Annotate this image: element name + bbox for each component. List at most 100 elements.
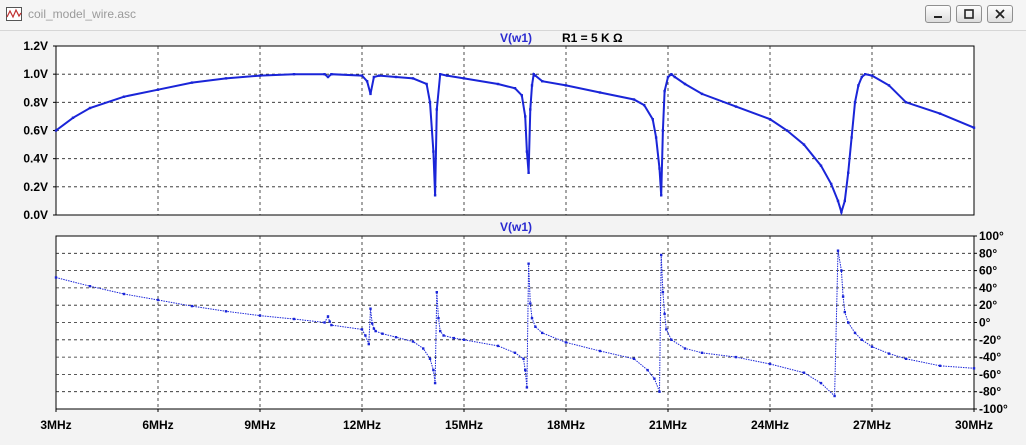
phase-y-tick-labels: -100° -80° -60° -40° -20° 0° 20° 40° 60° 80° 100° — [974, 229, 1008, 416]
data-point — [330, 73, 333, 76]
data-point — [870, 74, 874, 77]
data-point — [88, 106, 92, 110]
y-tick-label: -20° — [979, 333, 1001, 347]
data-point — [71, 116, 75, 119]
data-point — [658, 390, 661, 393]
data-point — [734, 105, 738, 108]
minimize-button[interactable] — [925, 5, 951, 23]
data-point — [802, 143, 806, 146]
data-point — [785, 129, 789, 132]
data-point — [527, 262, 530, 265]
data-point — [54, 129, 58, 132]
data-point — [394, 75, 398, 79]
ltspice-waveform-icon — [6, 7, 22, 21]
data-point — [462, 77, 466, 80]
data-point — [367, 342, 370, 346]
data-point — [432, 150, 435, 153]
magnitude-trace-title[interactable]: V(w1) — [500, 31, 532, 45]
x-tick-labels: 3MHz 6MHz 9MHz 12MHz 15MHz 18MHz 21MHz 24MHz 27M… — [40, 409, 993, 432]
window-title: coil_model_wire.asc — [28, 7, 137, 21]
data-point — [394, 336, 398, 339]
data-point — [292, 73, 296, 76]
data-point — [326, 75, 330, 79]
y-tick-label: 0.4V — [23, 152, 48, 166]
y-tick-label: 0.8V — [23, 95, 48, 109]
data-point — [326, 315, 330, 318]
data-point — [411, 340, 415, 343]
data-point — [365, 80, 369, 83]
data-point — [938, 364, 942, 367]
data-point — [330, 323, 333, 327]
y-tick-label: 100° — [979, 229, 1004, 243]
close-button[interactable] — [987, 5, 1013, 23]
phase-pane[interactable]: -100°-80°-60°-40°-20°0°20°40°60°80°100° … — [54, 220, 1008, 416]
data-point — [564, 341, 568, 344]
data-point — [860, 338, 863, 341]
data-point — [643, 103, 646, 107]
data-point — [530, 84, 534, 87]
data-point — [660, 194, 663, 197]
data-point — [632, 357, 636, 360]
data-point — [843, 310, 846, 314]
data-point — [428, 357, 432, 360]
x-tick-label: 12MHz — [343, 418, 381, 432]
data-point — [850, 136, 853, 139]
data-point — [853, 101, 857, 104]
x-tick-label: 15MHz — [445, 418, 483, 432]
data-point — [445, 74, 449, 77]
phase-trace-title[interactable]: V(w1) — [500, 220, 532, 234]
data-point — [734, 355, 738, 359]
y-tick-label: 0.6V — [23, 124, 48, 138]
data-point — [524, 368, 527, 372]
maximize-button[interactable] — [956, 5, 982, 23]
data-point — [433, 381, 437, 385]
data-point — [819, 164, 823, 167]
data-point — [541, 80, 544, 83]
data-point — [525, 386, 529, 389]
y-tick-label: 20° — [979, 298, 997, 312]
data-point — [904, 101, 908, 104]
data-point — [830, 182, 833, 186]
data-point — [522, 357, 525, 360]
data-point — [224, 77, 228, 80]
data-point — [666, 75, 670, 79]
data-point — [598, 91, 602, 94]
data-point — [658, 167, 661, 170]
data-point — [371, 322, 374, 325]
y-tick-label: -100° — [979, 402, 1008, 416]
x-tick-label: 27MHz — [853, 418, 891, 432]
data-point — [520, 94, 523, 97]
data-point — [364, 334, 367, 337]
window-titlebar: coil_model_wire.asc — [0, 0, 1026, 31]
data-point — [660, 253, 663, 257]
data-point — [598, 349, 602, 353]
y-tick-label: -80° — [979, 385, 1001, 399]
data-point — [527, 171, 530, 174]
data-point — [462, 338, 466, 341]
data-point — [700, 92, 704, 96]
data-point — [122, 292, 126, 296]
x-tick-label: 6MHz — [142, 418, 173, 432]
data-point — [190, 81, 194, 84]
data-point — [433, 194, 437, 197]
data-point — [323, 73, 326, 76]
y-tick-label: 0.2V — [23, 180, 48, 194]
data-point — [860, 75, 863, 79]
data-point — [840, 211, 843, 214]
y-tick-label: 1.0V — [23, 67, 48, 81]
data-point — [452, 336, 455, 340]
data-point — [836, 249, 840, 252]
data-point — [369, 307, 372, 310]
data-point — [887, 352, 891, 355]
data-point — [369, 92, 372, 96]
data-point — [224, 310, 228, 313]
data-point — [437, 317, 440, 320]
magnitude-pane[interactable]: 0.0V 0.2V 0.4V 0.6V 0.8V 1.0V 1.2V V(w1) R1 = … — [23, 31, 976, 222]
data-point — [683, 82, 687, 86]
data-point — [833, 394, 836, 398]
data-point — [534, 325, 537, 328]
data-point — [847, 171, 850, 174]
data-point — [646, 368, 649, 372]
data-point — [374, 329, 377, 333]
data-point — [372, 327, 376, 330]
